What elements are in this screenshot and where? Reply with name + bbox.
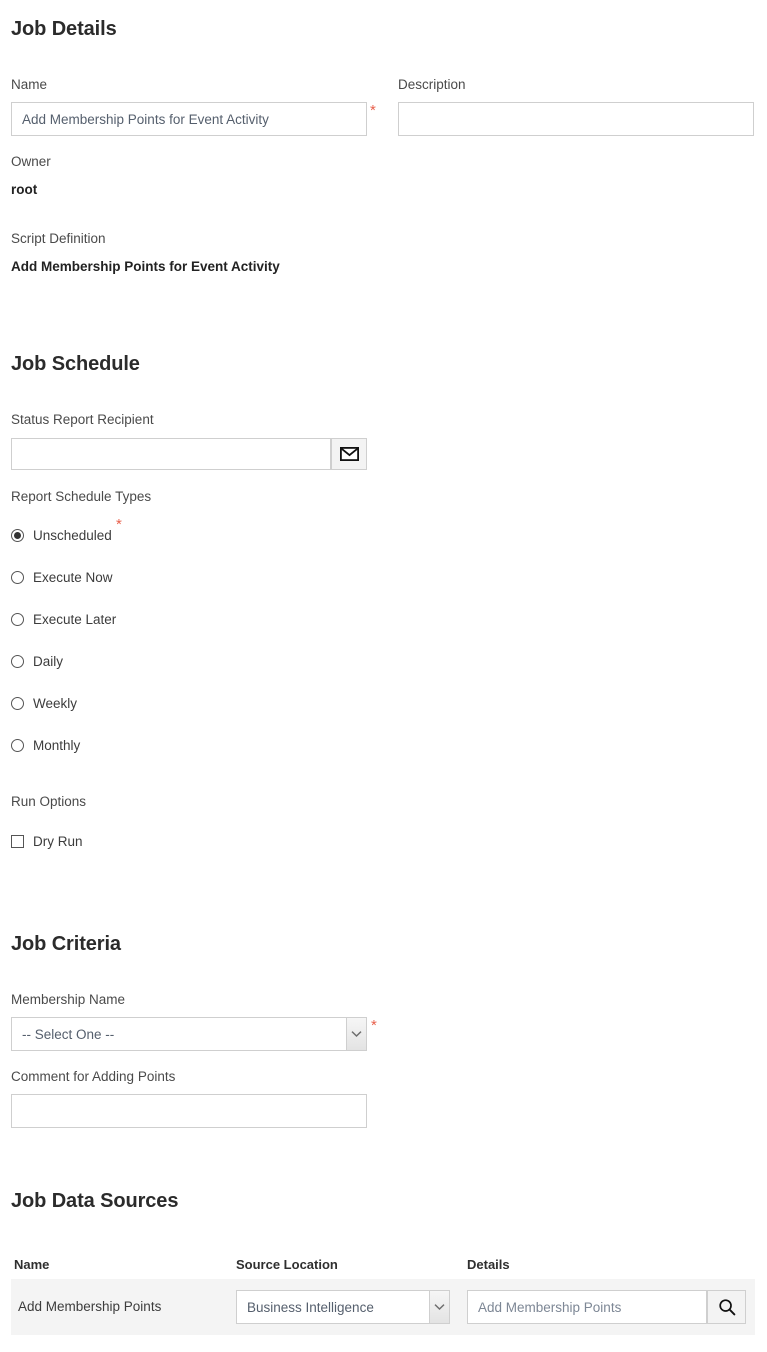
radio-indicator	[11, 655, 24, 668]
job-schedule-heading: Job Schedule	[11, 353, 140, 375]
radio-indicator	[11, 571, 24, 584]
column-header-name: Name	[14, 1257, 50, 1272]
chevron-down-icon	[346, 1018, 366, 1050]
radio-daily[interactable]: Daily	[11, 654, 63, 669]
status-report-recipient-label: Status Report Recipient	[11, 412, 154, 427]
membership-name-required-asterisk: *	[371, 1017, 377, 1034]
chevron-down-icon	[429, 1291, 449, 1323]
report-schedule-types-label: Report Schedule Types	[11, 489, 152, 504]
membership-name-select[interactable]: -- Select One --	[11, 1017, 367, 1051]
checkbox-label: Dry Run	[33, 834, 83, 849]
radio-indicator	[11, 613, 24, 626]
details-search-button[interactable]	[707, 1290, 746, 1324]
radio-indicator	[11, 739, 24, 752]
owner-value: root	[11, 182, 38, 197]
radio-indicator	[11, 529, 24, 542]
job-editor-page: Job Details Name * Description Owner roo…	[0, 0, 767, 1352]
script-definition-label: Script Definition	[11, 231, 106, 246]
comment-label: Comment for Adding Points	[11, 1069, 176, 1084]
checkbox-indicator	[11, 835, 24, 848]
email-recipient-button[interactable]	[331, 438, 367, 470]
membership-name-label: Membership Name	[11, 992, 126, 1007]
radio-indicator	[11, 697, 24, 710]
run-options-label: Run Options	[11, 794, 87, 809]
job-details-heading: Job Details	[11, 18, 117, 40]
script-definition-value: Add Membership Points for Event Activity	[11, 259, 280, 274]
description-input[interactable]	[398, 102, 754, 136]
description-label: Description	[398, 77, 466, 92]
owner-label: Owner	[11, 154, 51, 169]
search-icon	[718, 1298, 736, 1316]
name-input[interactable]	[11, 102, 367, 136]
name-required-asterisk: *	[370, 102, 376, 119]
column-header-details: Details	[467, 1257, 510, 1272]
radio-execute-later[interactable]: Execute Later	[11, 612, 116, 627]
report-schedule-required-asterisk: *	[116, 516, 122, 533]
radio-label: Execute Later	[33, 612, 117, 627]
column-header-source-location: Source Location	[236, 1257, 338, 1272]
radio-unscheduled[interactable]: Unscheduled	[11, 528, 112, 543]
status-report-recipient-input[interactable]	[11, 438, 331, 470]
source-location-select[interactable]: Business Intelligence	[236, 1290, 450, 1324]
source-location-selected-value: Business Intelligence	[247, 1299, 374, 1315]
details-input[interactable]	[467, 1290, 707, 1324]
envelope-icon	[339, 447, 359, 461]
table-cell-name: Add Membership Points	[18, 1299, 162, 1314]
radio-weekly[interactable]: Weekly	[11, 696, 77, 711]
radio-execute-now[interactable]: Execute Now	[11, 570, 113, 585]
name-label: Name	[11, 77, 48, 92]
radio-label: Monthly	[33, 738, 81, 753]
membership-name-selected-value: -- Select One --	[22, 1026, 115, 1042]
radio-label: Unscheduled	[33, 528, 112, 543]
job-criteria-heading: Job Criteria	[11, 933, 121, 955]
comment-input[interactable]	[11, 1094, 367, 1128]
checkbox-dry-run[interactable]: Dry Run	[11, 834, 83, 849]
job-data-sources-heading: Job Data Sources	[11, 1190, 179, 1212]
radio-label: Daily	[33, 654, 64, 669]
radio-label: Weekly	[33, 696, 78, 711]
radio-monthly[interactable]: Monthly	[11, 738, 80, 753]
radio-label: Execute Now	[33, 570, 113, 585]
